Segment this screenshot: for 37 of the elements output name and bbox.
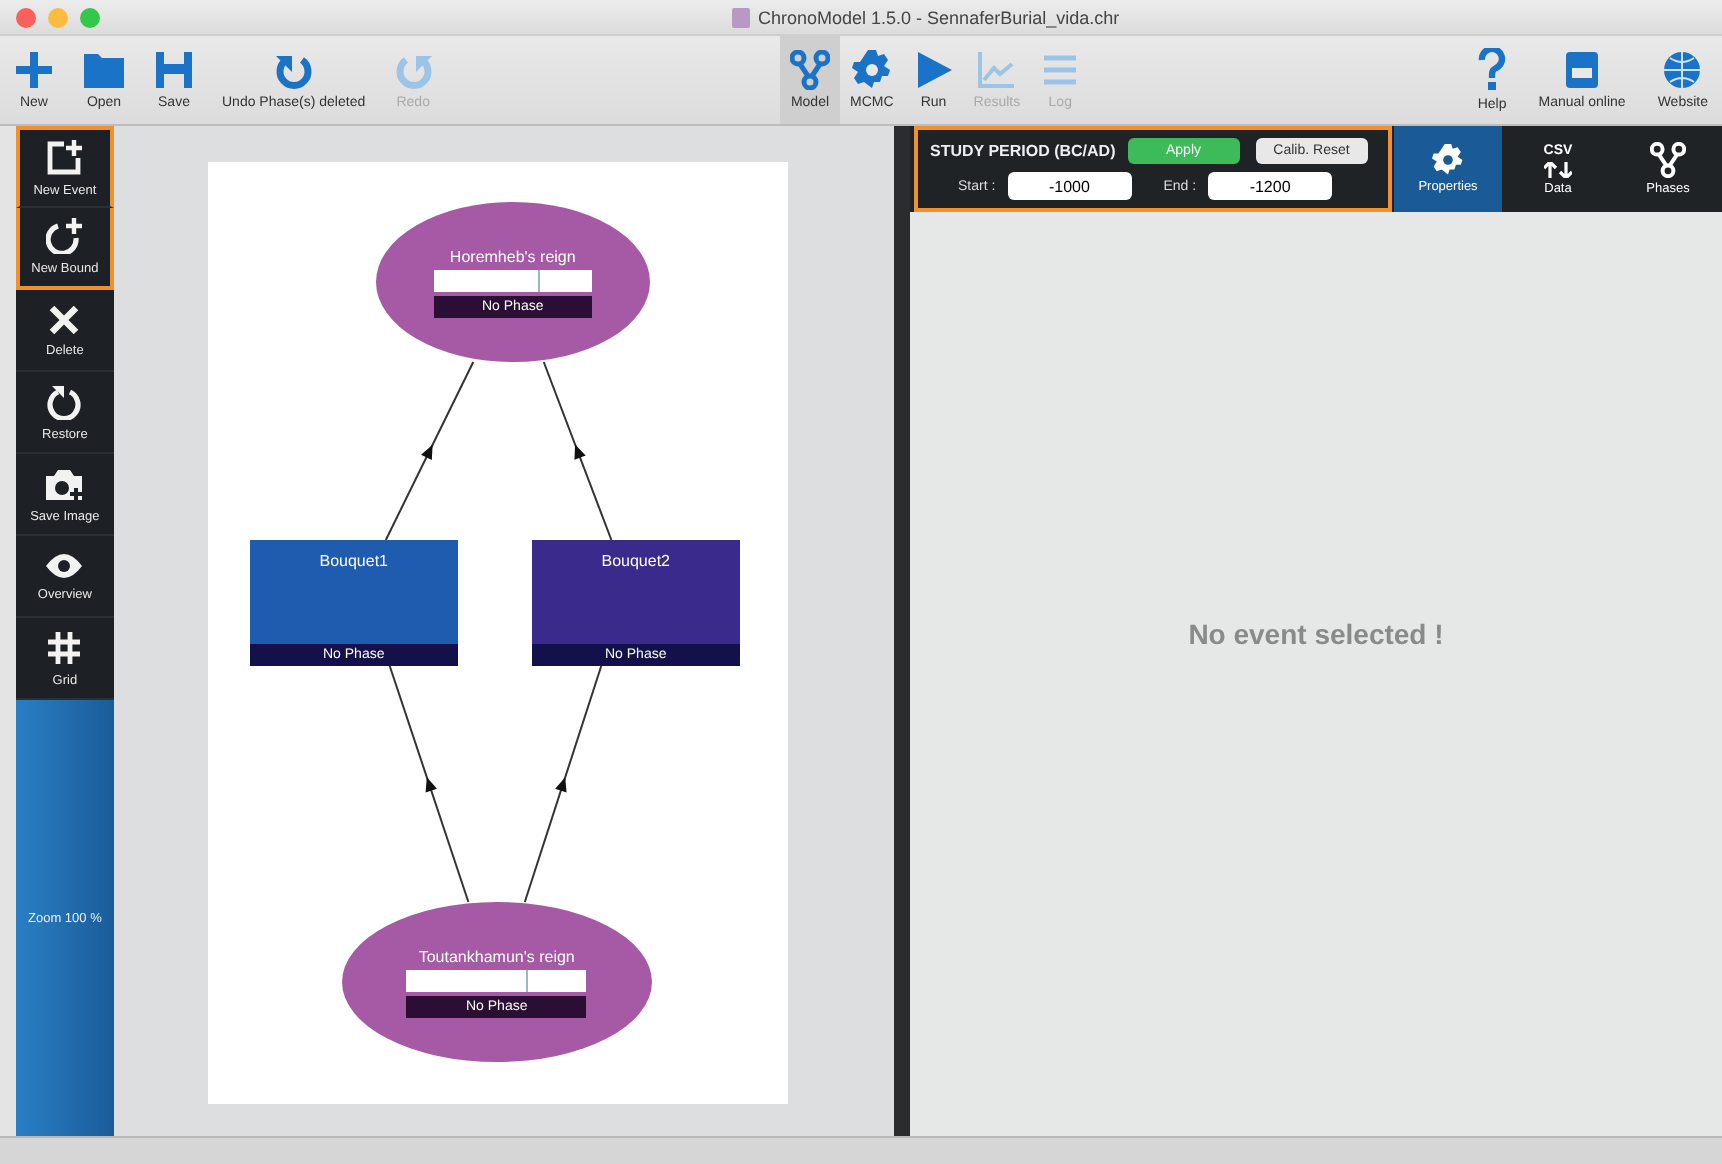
minimize-window-button[interactable] — [48, 7, 68, 27]
folder-icon — [82, 50, 126, 90]
play-icon — [913, 50, 954, 90]
window-title: ChronoModel 1.5.0 - SennaferBurial_vida.chr — [758, 7, 1120, 27]
restore-icon — [46, 383, 83, 419]
list-icon — [1040, 50, 1081, 90]
add-bound-icon — [46, 218, 83, 254]
camera-icon — [44, 465, 85, 501]
start-field[interactable]: -1000 — [1007, 172, 1132, 200]
gear-icon — [851, 50, 892, 90]
zoom-window-button[interactable] — [80, 7, 100, 27]
end-field[interactable]: -1200 — [1208, 172, 1333, 200]
empty-message: No event selected ! — [1188, 618, 1444, 650]
node-name: Toutankhamun's reign — [418, 947, 575, 965]
add-event-icon — [46, 139, 83, 175]
redo-icon — [393, 50, 434, 90]
undo-icon — [273, 50, 314, 90]
gear-icon — [1432, 144, 1464, 176]
eye-icon — [44, 551, 85, 579]
close-icon — [48, 303, 81, 335]
study-period-title: STUDY PERIOD (BC/AD) — [930, 142, 1116, 160]
line-chart-icon — [976, 50, 1017, 90]
node-name: Bouquet1 — [319, 552, 388, 570]
globe-icon — [1662, 50, 1703, 90]
document-icon — [732, 7, 750, 27]
node-name: Horemheb's reign — [449, 247, 576, 265]
grid-icon — [46, 629, 83, 665]
nodes-icon — [790, 50, 830, 90]
close-window-button[interactable] — [16, 7, 36, 27]
arrows-icon — [1544, 161, 1572, 177]
plus-icon — [14, 50, 54, 90]
save-icon — [154, 50, 194, 90]
splitter-handle[interactable] — [894, 126, 910, 1136]
document-icon — [1564, 50, 1601, 90]
nodes-icon — [1650, 142, 1686, 178]
node-name: Bouquet2 — [601, 552, 670, 570]
help-icon — [1478, 48, 1507, 92]
